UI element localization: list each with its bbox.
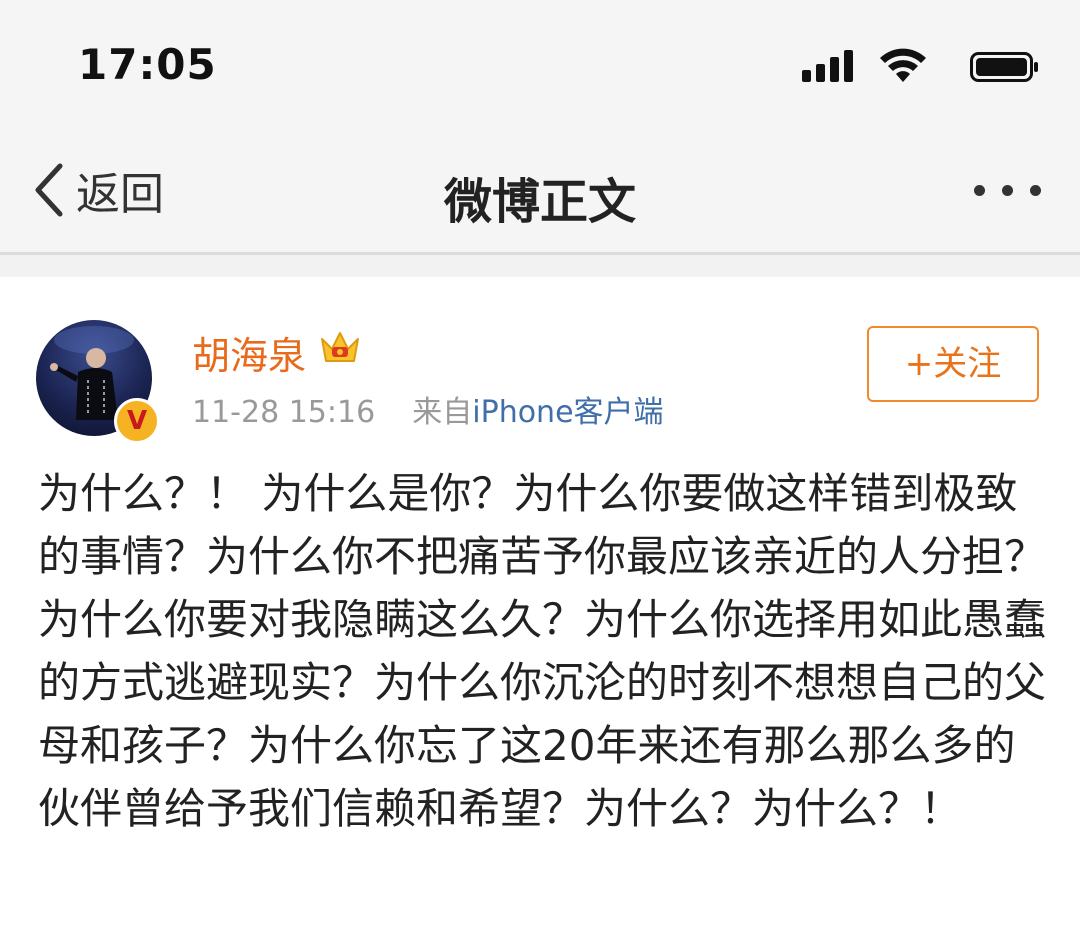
more-button[interactable] bbox=[974, 180, 1042, 200]
post-body: 为什么？！ 为什么是你？为什么你要做这样错到极致的事情？为什么你不把痛苦予你最应… bbox=[38, 469, 1047, 833]
weibo-post: V 胡海泉 11-28 15:16 来自iPhone客户端 +关注 为什么？！ … bbox=[0, 277, 1080, 944]
crown-icon bbox=[321, 332, 359, 362]
source-prefix: 来自 bbox=[412, 395, 473, 430]
avatar-container[interactable]: V bbox=[36, 320, 160, 444]
page-title: 微博正文 bbox=[443, 174, 636, 230]
follow-button[interactable]: +关注 bbox=[867, 326, 1039, 402]
status-icons bbox=[780, 48, 1040, 84]
section-gap bbox=[0, 255, 1080, 277]
signal-icon bbox=[802, 50, 856, 82]
post-timestamp: 11-28 15:16 bbox=[192, 395, 376, 430]
status-bar: 17:05 bbox=[0, 0, 1080, 130]
nav-bar: 返回 微博正文 bbox=[0, 130, 1080, 252]
wifi-icon bbox=[880, 48, 926, 82]
status-time: 17:05 bbox=[78, 40, 217, 89]
username[interactable]: 胡海泉 bbox=[192, 325, 306, 380]
more-icon bbox=[974, 185, 985, 196]
source-link[interactable]: iPhone客户端 bbox=[472, 395, 663, 430]
battery-icon bbox=[970, 52, 1038, 82]
verified-icon: V bbox=[114, 398, 160, 444]
post-meta: 11-28 15:16 来自iPhone客户端 bbox=[192, 387, 664, 431]
